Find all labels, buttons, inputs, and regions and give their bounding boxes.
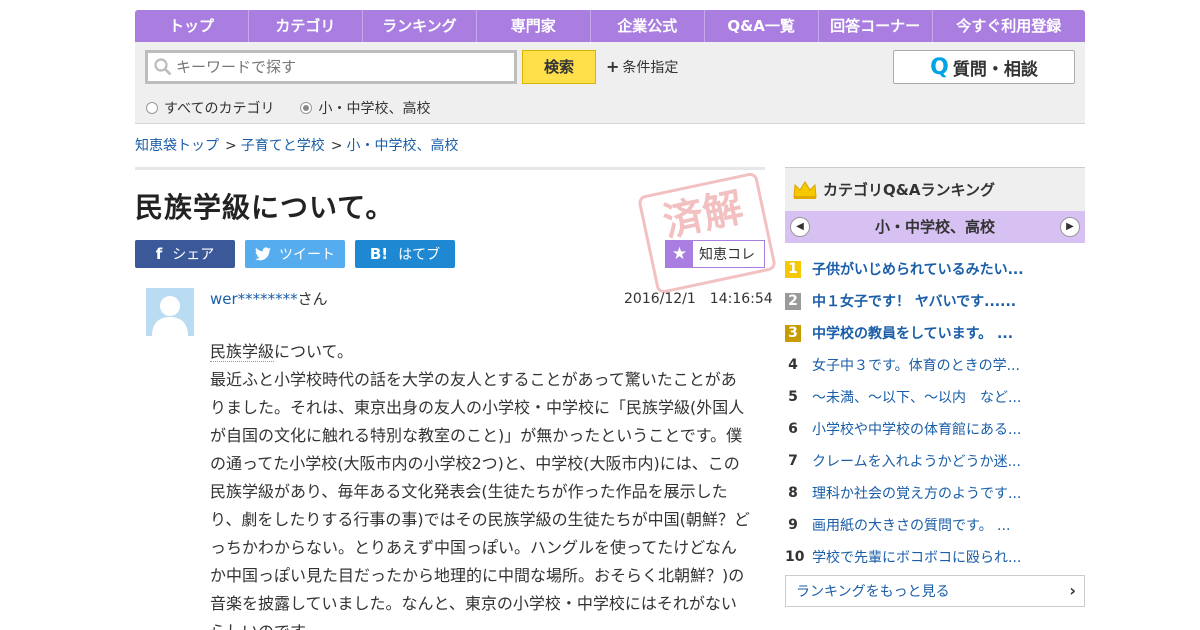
share-facebook-button[interactable]: f シェア — [135, 240, 235, 268]
body-paragraph: 最近ふと小学校時代の話を大学の友人とすることがあって驚いたことがありました。それ… — [210, 370, 750, 630]
nav-experts[interactable]: 専門家 — [477, 10, 591, 42]
rank-number: 7 — [788, 452, 798, 469]
prev-category-button[interactable]: ◀ — [790, 217, 810, 237]
author-name[interactable]: wer******** — [210, 290, 298, 308]
avatar[interactable] — [146, 288, 194, 336]
search-box[interactable] — [145, 50, 517, 84]
default-user-icon — [152, 296, 188, 336]
rank-number: 10 — [785, 548, 805, 565]
more-ranking-label: ランキングをもっと見る — [796, 584, 950, 600]
author: wer********さん — [210, 288, 328, 309]
share-hatena-button[interactable]: B! はてブ — [355, 240, 455, 268]
breadcrumb-sep: > — [330, 138, 343, 154]
nav-official[interactable]: 企業公式 — [591, 10, 705, 42]
conditions-label: 条件指定 — [622, 60, 679, 76]
share-hatena-label: はてブ — [398, 247, 441, 263]
share-twitter-button[interactable]: ツイート — [245, 240, 345, 268]
breadcrumb-schools[interactable]: 小・中学校、高校 — [346, 138, 458, 154]
list-item[interactable]: 3 中学校の教員をしています。 ... — [785, 317, 1085, 349]
search-icon — [154, 58, 172, 76]
nav-top[interactable]: トップ — [135, 10, 249, 42]
category-ranking: カテゴリQ&Aランキング ◀ 小・中学校、高校 ▶ 1 子供がいじめられているみた… — [785, 167, 1085, 607]
list-item[interactable]: 9 画用紙の大きさの質問です。 ... — [785, 509, 1085, 541]
ranking-link[interactable]: 女子中３です。体育のときの学... — [812, 355, 1020, 375]
rank-number: 5 — [788, 388, 798, 405]
question-title: 民族学級について。 — [135, 191, 395, 224]
global-nav: トップ カテゴリ ランキング 専門家 企業公式 Q&A一覧 回答コーナー 今すぐ… — [135, 10, 1085, 42]
crown-icon — [793, 180, 817, 199]
share-twitter-label: ツイート — [279, 247, 335, 263]
radio-all-label[interactable]: すべてのカテゴリ — [164, 98, 274, 118]
breadcrumb: 知恵袋トップ > 子育てと学校 > 小・中学校、高校 — [135, 135, 458, 155]
ranking-link[interactable]: 中１女子です！ ヤバいです...... — [812, 291, 1016, 311]
ask-question-button[interactable]: Q 質問・相談 — [893, 50, 1075, 84]
ranking-title: カテゴリQ&Aランキング — [823, 181, 995, 199]
star-icon: ★ — [666, 241, 693, 267]
next-category-button[interactable]: ▶ — [1060, 217, 1080, 237]
ask-question-label: 質問・相談 — [952, 59, 1038, 80]
list-item[interactable]: 1 子供がいじめられているみたい... — [785, 253, 1085, 285]
list-item[interactable]: 2 中１女子です！ ヤバいです...... — [785, 285, 1085, 317]
ranking-link[interactable]: 学校で先輩にボコボコに殴られ... — [812, 547, 1021, 567]
list-item[interactable]: 5 ～未満、～以下、～以内 など... — [785, 381, 1085, 413]
rank-badge-silver: 2 — [785, 292, 801, 310]
chevron-right-icon: › — [1069, 581, 1076, 600]
search-button[interactable]: 検索 — [522, 50, 596, 84]
breadcrumb-top[interactable]: 知恵袋トップ — [135, 138, 219, 154]
author-suffix: さん — [297, 290, 328, 308]
list-item[interactable]: 10 学校で先輩にボコボコに殴られ... — [785, 541, 1085, 573]
search-input[interactable] — [172, 58, 502, 76]
search-band: 検索 +条件指定 Q質問・相談 すべてのカテゴリ 小・中学校、高校 — [135, 42, 1085, 124]
rank-badge-bronze: 3 — [785, 324, 801, 342]
breadcrumb-parenting-school[interactable]: 子育てと学校 — [241, 138, 325, 154]
keyword-link[interactable]: 民族学級 — [210, 342, 275, 362]
ranking-category: 小・中学校、高校 — [874, 218, 995, 236]
nav-qa-list[interactable]: Q&A一覧 — [705, 10, 819, 42]
ranking-header: カテゴリQ&Aランキング — [785, 167, 1085, 211]
chie-collection-button[interactable]: ★ 知恵コレ — [665, 240, 765, 268]
radio-current-category[interactable] — [300, 102, 313, 114]
more-ranking-button[interactable]: ランキングをもっと見る › — [785, 575, 1085, 607]
radio-current-label[interactable]: 小・中学校、高校 — [318, 98, 430, 118]
ranking-link[interactable]: ～未満、～以下、～以内 など... — [812, 387, 1021, 407]
plus-icon: + — [606, 57, 620, 76]
facebook-icon: f — [155, 245, 163, 263]
rank-number: 8 — [788, 484, 798, 501]
list-item[interactable]: 8 理科か社会の覚え方のようです... — [785, 477, 1085, 509]
rank-number: 9 — [788, 516, 798, 533]
ranking-link[interactable]: 理科か社会の覚え方のようです... — [812, 483, 1021, 503]
nav-ranking[interactable]: ランキング — [363, 10, 477, 42]
ranking-list: 1 子供がいじめられているみたい... 2 中１女子です！ ヤバいです...... … — [785, 253, 1085, 573]
share-buttons: f シェア ツイート B! はてブ — [135, 240, 465, 268]
rank-number: 4 — [788, 356, 798, 373]
divider — [135, 167, 765, 170]
ranking-link[interactable]: 中学校の教員をしています。 ... — [812, 323, 1013, 343]
ranking-link[interactable]: 画用紙の大きさの質問です。 ... — [812, 515, 1010, 535]
nav-answer-corner[interactable]: 回答コーナー — [819, 10, 933, 42]
list-item[interactable]: 6 小学校や中学校の体育館にある... — [785, 413, 1085, 445]
q-logo-icon: Q — [930, 54, 949, 80]
conditions-link[interactable]: + 条件指定 — [606, 57, 678, 77]
rank-number: 6 — [788, 420, 798, 437]
resolved-stamp: 済解 — [636, 171, 778, 295]
post-datetime: 2016/12/1 14:16:54 — [624, 291, 773, 307]
ranking-link[interactable]: 小学校や中学校の体育館にある... — [812, 419, 1021, 439]
radio-all-categories[interactable] — [146, 102, 158, 114]
hatena-bookmark-icon: B! — [369, 245, 389, 263]
ranking-link[interactable]: 子供がいじめられているみたい... — [812, 259, 1024, 279]
chie-collection-label: 知恵コレ — [699, 247, 755, 263]
ranking-category-switcher: ◀ 小・中学校、高校 ▶ — [785, 211, 1085, 243]
nav-register[interactable]: 今すぐ利用登録 — [933, 10, 1085, 42]
ranking-link[interactable]: クレームを入れようかどうか迷... — [812, 451, 1021, 471]
body-first-line: について。 — [274, 342, 354, 361]
list-item[interactable]: 7 クレームを入れようかどうか迷... — [785, 445, 1085, 477]
question-body: 民族学級について。 最近ふと小学校時代の話を大学の友人とすることがあって驚いたこ… — [210, 338, 750, 630]
category-scope: すべてのカテゴリ 小・中学校、高校 — [146, 98, 456, 118]
twitter-icon — [255, 247, 271, 261]
rank-badge-gold: 1 — [785, 260, 801, 278]
nav-category[interactable]: カテゴリ — [249, 10, 363, 42]
share-facebook-label: シェア — [172, 247, 215, 263]
list-item[interactable]: 4 女子中３です。体育のときの学... — [785, 349, 1085, 381]
breadcrumb-sep: > — [225, 138, 237, 154]
